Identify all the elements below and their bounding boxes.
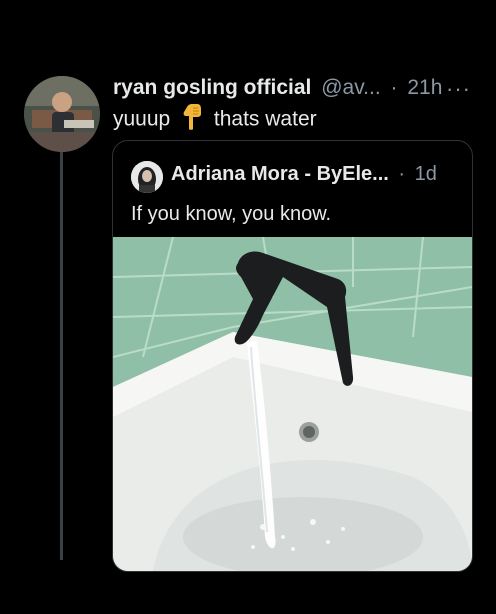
quoted-tweet-time[interactable]: 1d <box>415 163 437 185</box>
more-options-icon[interactable]: ··· <box>446 76 471 102</box>
time-separator: · <box>390 76 398 99</box>
quoted-tweet-card[interactable]: Adriana Mora - ByEle... · 1d If you know… <box>112 140 473 572</box>
tweet-time[interactable]: 21h <box>407 76 442 99</box>
author-handle[interactable]: @av... <box>321 76 380 99</box>
faucet-sink-image <box>113 236 472 571</box>
tweet-text-before: yuuup <box>113 107 171 131</box>
quoted-tweet-text: If you know, you know. <box>131 203 332 225</box>
tweet-header: ryan gosling official @av... · 21h <box>113 76 442 100</box>
avatar-photo <box>24 76 100 152</box>
quoted-author-name[interactable]: Adriana Mora - ByEle... <box>171 163 389 185</box>
tweet-text-after: thats water <box>213 107 317 131</box>
quoted-tweet-header: Adriana Mora - ByEle... · 1d <box>171 163 437 186</box>
author-name[interactable]: ryan gosling official <box>113 76 311 99</box>
quoted-author-avatar[interactable] <box>131 161 163 193</box>
tweet-text: yuuup thats water <box>113 104 317 136</box>
pointing-down-hand-icon <box>182 104 202 136</box>
quoted-avatar-photo <box>131 161 163 193</box>
author-avatar[interactable] <box>24 76 100 152</box>
thread-connector-line <box>60 150 63 560</box>
quoted-time-separator: · <box>398 163 406 185</box>
quoted-tweet-photo[interactable] <box>113 236 472 571</box>
